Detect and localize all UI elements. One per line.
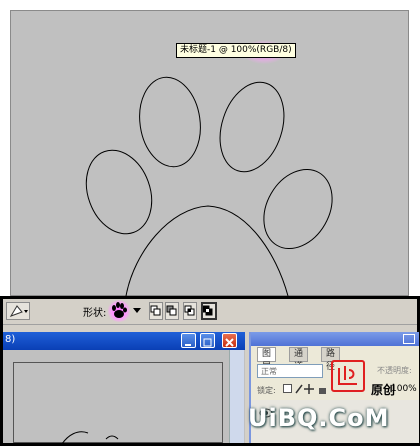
opacity-label: 不透明度: xyxy=(377,366,412,375)
close-icon xyxy=(225,338,234,347)
intersect-shape-button[interactable] xyxy=(183,302,197,320)
minimize-icon xyxy=(185,344,191,346)
exclude-shape-button[interactable] xyxy=(201,302,217,320)
panel-titlebar[interactable] xyxy=(251,332,419,346)
document-window: 8) xyxy=(3,332,245,444)
paw-toe-4 xyxy=(263,168,333,250)
tab-layers[interactable]: 图层 xyxy=(257,347,277,372)
document-canvas-preview[interactable] xyxy=(13,362,223,444)
tab-channels[interactable]: 通道 xyxy=(289,347,309,372)
maximize-button[interactable] xyxy=(200,333,215,348)
stamp-glyph xyxy=(338,366,357,385)
minimize-button[interactable] xyxy=(181,333,196,348)
blend-mode-select[interactable]: 正常 xyxy=(257,364,323,378)
chevron-down-icon[interactable] xyxy=(133,308,141,314)
paw-shape-icon xyxy=(112,302,127,318)
close-button[interactable] xyxy=(222,333,237,348)
original-stamp-logo xyxy=(331,360,365,392)
document-body xyxy=(3,350,245,444)
maximize-icon xyxy=(203,338,212,347)
paw-preview-path xyxy=(61,431,119,444)
lock-icons[interactable] xyxy=(283,383,329,395)
original-label: 原创 xyxy=(371,383,396,397)
shape-label: 形状: xyxy=(83,308,107,319)
lock-label: 锁定: xyxy=(257,386,276,395)
panel-close-icon[interactable] xyxy=(403,334,415,344)
vertical-scrollbar[interactable] xyxy=(229,350,244,443)
watermark-text: UiBQ.CoM xyxy=(248,404,390,432)
document-title: 8) xyxy=(5,334,16,345)
paw-toe-2 xyxy=(139,76,201,168)
tool-preset-button[interactable] xyxy=(6,302,30,320)
subtract-shape-button[interactable] xyxy=(165,302,179,320)
pen-tool-icon xyxy=(9,305,28,317)
exclude-shapes-icon xyxy=(202,305,213,316)
add-to-shape-button[interactable] xyxy=(149,302,163,320)
options-bar: 形状: xyxy=(3,299,417,325)
paw-toe-3 xyxy=(219,81,285,173)
document-titlebar[interactable]: 8) xyxy=(3,332,245,350)
custom-shape-picker[interactable] xyxy=(107,300,131,322)
intersect-shapes-icon xyxy=(184,305,195,316)
combine-shapes-icon xyxy=(150,305,161,316)
paw-toe-1 xyxy=(85,149,153,235)
document-tooltip: 未标题-1 @ 100%(RGB/8) xyxy=(176,43,296,58)
subtract-shapes-icon xyxy=(166,305,177,316)
